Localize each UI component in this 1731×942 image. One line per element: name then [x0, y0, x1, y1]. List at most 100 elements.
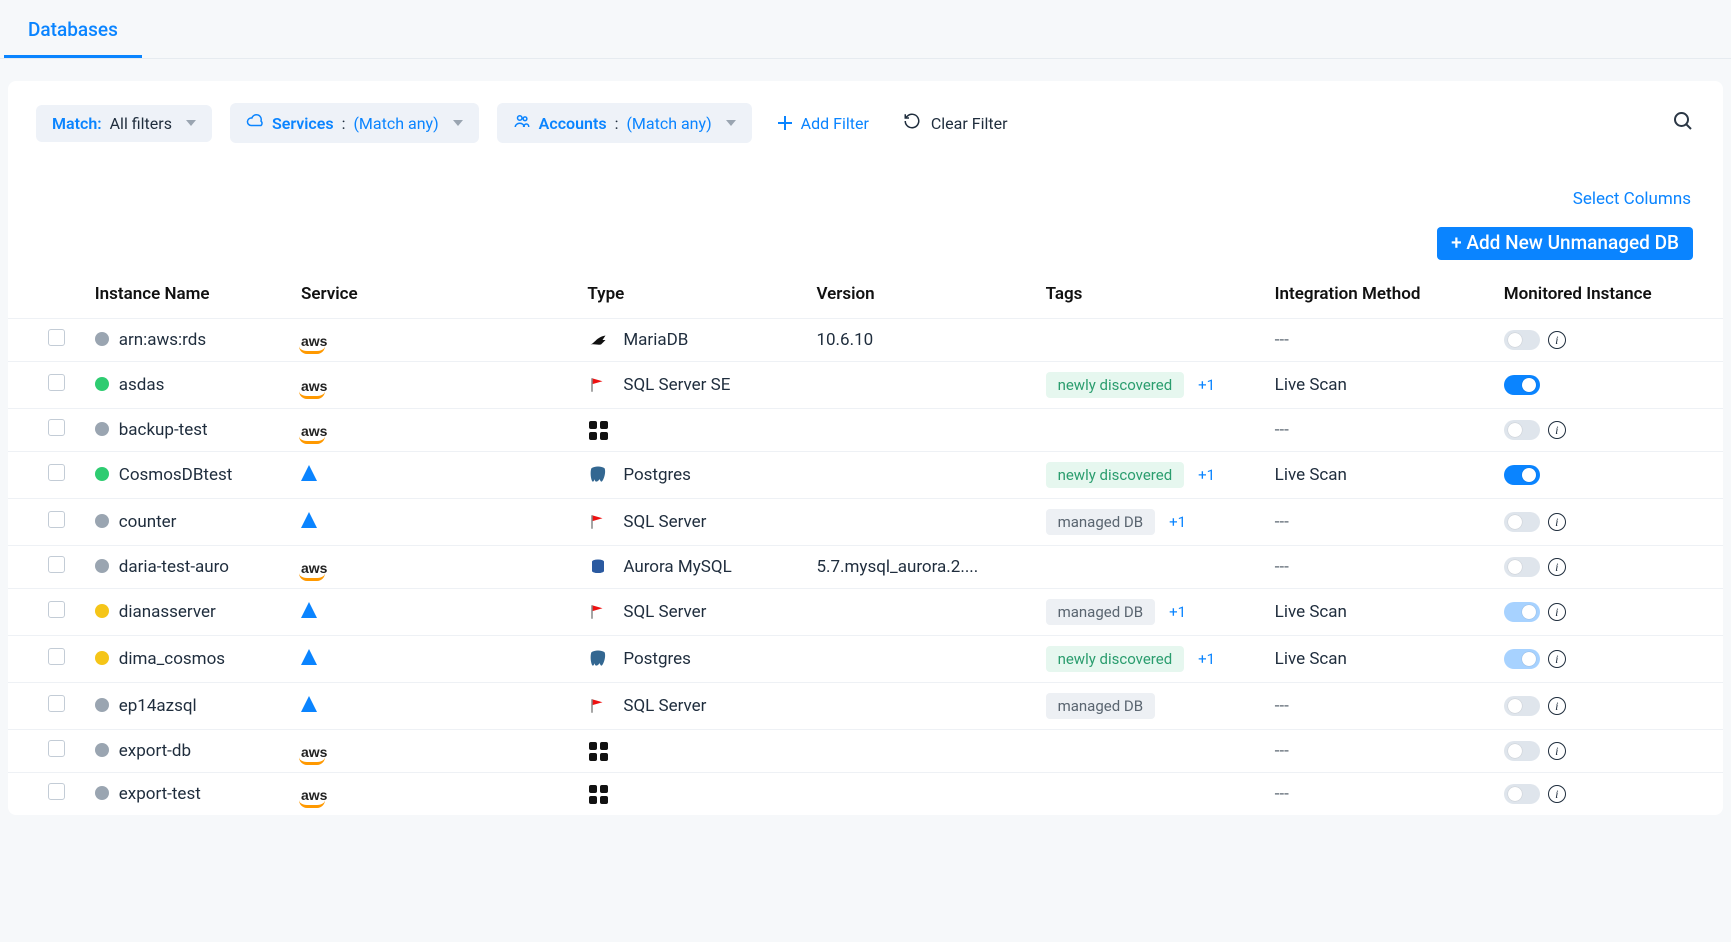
- monitored-toggle[interactable]: [1504, 602, 1540, 622]
- azure-icon: [301, 602, 327, 623]
- col-integration[interactable]: Integration Method: [1265, 270, 1494, 319]
- col-version[interactable]: Version: [806, 270, 1035, 319]
- type-value: Aurora MySQL: [623, 557, 731, 577]
- status-dot: [95, 604, 109, 618]
- row-checkbox[interactable]: [48, 556, 65, 573]
- info-icon[interactable]: i: [1548, 331, 1566, 349]
- info-icon[interactable]: i: [1548, 513, 1566, 531]
- match-label: Match:: [52, 114, 102, 133]
- chevron-down-icon: [453, 120, 463, 126]
- integration-value: Live Scan: [1275, 465, 1347, 485]
- status-dot: [95, 559, 109, 573]
- info-icon[interactable]: i: [1548, 421, 1566, 439]
- info-icon[interactable]: i: [1548, 785, 1566, 803]
- table-row[interactable]: daria-test-auroawsAurora MySQL5.7.mysql_…: [8, 546, 1723, 589]
- info-icon[interactable]: i: [1548, 558, 1566, 576]
- row-checkbox[interactable]: [48, 374, 65, 391]
- table-row[interactable]: asdasawsSQL Server SEnewly discovered+1L…: [8, 362, 1723, 409]
- accounts-label: Accounts: [539, 114, 607, 133]
- tab-databases[interactable]: Databases: [4, 8, 142, 58]
- table-row[interactable]: CosmosDBtestPostgresnewly discovered+1Li…: [8, 452, 1723, 499]
- tag-badge: managed DB: [1046, 693, 1156, 719]
- integration-value: Live Scan: [1275, 375, 1347, 395]
- add-filter-button[interactable]: Add Filter: [770, 108, 877, 139]
- chevron-down-icon: [726, 120, 736, 126]
- integration-value: Live Scan: [1275, 649, 1347, 669]
- tag-badge: newly discovered: [1046, 372, 1185, 398]
- main-panel: Match: All filters Services: (Match any)…: [8, 81, 1723, 815]
- monitored-toggle[interactable]: [1504, 696, 1540, 716]
- match-filter[interactable]: Match: All filters: [36, 105, 212, 142]
- status-dot: [95, 651, 109, 665]
- row-checkbox[interactable]: [48, 648, 65, 665]
- monitored-toggle[interactable]: [1504, 784, 1540, 804]
- monitored-toggle[interactable]: [1504, 512, 1540, 532]
- table-row[interactable]: export-testaws---i: [8, 773, 1723, 816]
- instance-name: dima_cosmos: [119, 649, 225, 669]
- sqlserver-icon: [587, 376, 609, 394]
- match-value: All filters: [110, 114, 172, 133]
- col-type[interactable]: Type: [577, 270, 806, 319]
- add-unmanaged-db-button[interactable]: + Add New Unmanaged DB: [1437, 227, 1693, 260]
- info-icon[interactable]: i: [1548, 697, 1566, 715]
- monitored-toggle[interactable]: [1504, 465, 1540, 485]
- monitored-toggle[interactable]: [1504, 330, 1540, 350]
- info-icon[interactable]: i: [1548, 742, 1566, 760]
- filter-toolbar: Match: All filters Services: (Match any)…: [8, 95, 1723, 151]
- table-actions: Select Columns + Add New Unmanaged DB: [8, 151, 1723, 270]
- aws-icon: aws: [301, 333, 327, 349]
- integration-value: Live Scan: [1275, 602, 1347, 622]
- accounts-value: (Match any): [626, 114, 711, 133]
- monitored-toggle[interactable]: [1504, 649, 1540, 669]
- instance-name: dianasserver: [119, 602, 216, 622]
- tag-badge: managed DB: [1046, 599, 1156, 625]
- row-checkbox[interactable]: [48, 511, 65, 528]
- table-row[interactable]: dianasserver SQL Server managed DB +1 Live S…: [8, 589, 1723, 636]
- instance-name: daria-test-auro: [119, 557, 229, 577]
- table-row[interactable]: ep14azsqlSQL Servermanaged DB---i: [8, 683, 1723, 730]
- accounts-filter[interactable]: Accounts: (Match any): [497, 103, 752, 143]
- search-button[interactable]: [1671, 109, 1695, 137]
- tag-more[interactable]: +1: [1169, 603, 1186, 621]
- tag-more[interactable]: +1: [1169, 513, 1186, 531]
- clear-filter-button[interactable]: Clear Filter: [895, 106, 1016, 140]
- databases-table: Instance Name Service Type Version Tags …: [8, 270, 1723, 815]
- col-monitored[interactable]: Monitored Instance: [1494, 270, 1723, 319]
- select-columns-link[interactable]: Select Columns: [1571, 185, 1693, 213]
- row-checkbox[interactable]: [48, 419, 65, 436]
- monitored-toggle[interactable]: [1504, 375, 1540, 395]
- clear-filter-label: Clear Filter: [931, 114, 1008, 133]
- row-checkbox[interactable]: [48, 601, 65, 618]
- tag-more[interactable]: +1: [1198, 376, 1215, 394]
- info-icon[interactable]: i: [1548, 603, 1566, 621]
- table-row[interactable]: counterSQL Servermanaged DB+1---i: [8, 499, 1723, 546]
- tag-more[interactable]: +1: [1198, 650, 1215, 668]
- tag-badge: newly discovered: [1046, 646, 1185, 672]
- col-tags[interactable]: Tags: [1036, 270, 1265, 319]
- monitored-toggle[interactable]: [1504, 420, 1540, 440]
- instance-name: CosmosDBtest: [119, 465, 233, 485]
- status-dot: [95, 698, 109, 712]
- col-instance-name[interactable]: Instance Name: [85, 270, 291, 319]
- type-value: SQL Server: [623, 602, 706, 622]
- row-checkbox[interactable]: [48, 783, 65, 800]
- integration-value: ---: [1275, 512, 1289, 532]
- row-checkbox[interactable]: [48, 464, 65, 481]
- sqlserver-icon: [587, 513, 609, 531]
- monitored-toggle[interactable]: [1504, 741, 1540, 761]
- row-checkbox[interactable]: [48, 329, 65, 346]
- info-icon[interactable]: i: [1548, 650, 1566, 668]
- table-row[interactable]: backup-testaws---i: [8, 409, 1723, 452]
- table-row[interactable]: dima_cosmosPostgresnewly discovered+1Liv…: [8, 636, 1723, 683]
- integration-value: ---: [1275, 741, 1289, 761]
- table-row[interactable]: arn:aws:rdsawsMariaDB10.6.10---i: [8, 319, 1723, 362]
- monitored-toggle[interactable]: [1504, 557, 1540, 577]
- col-service[interactable]: Service: [291, 270, 577, 319]
- row-checkbox[interactable]: [48, 695, 65, 712]
- aws-icon: aws: [301, 744, 327, 760]
- row-checkbox[interactable]: [48, 740, 65, 757]
- services-filter[interactable]: Services: (Match any): [230, 103, 479, 143]
- multi-icon: [587, 742, 609, 761]
- tag-more[interactable]: +1: [1198, 466, 1215, 484]
- table-row[interactable]: export-dbaws---i: [8, 730, 1723, 773]
